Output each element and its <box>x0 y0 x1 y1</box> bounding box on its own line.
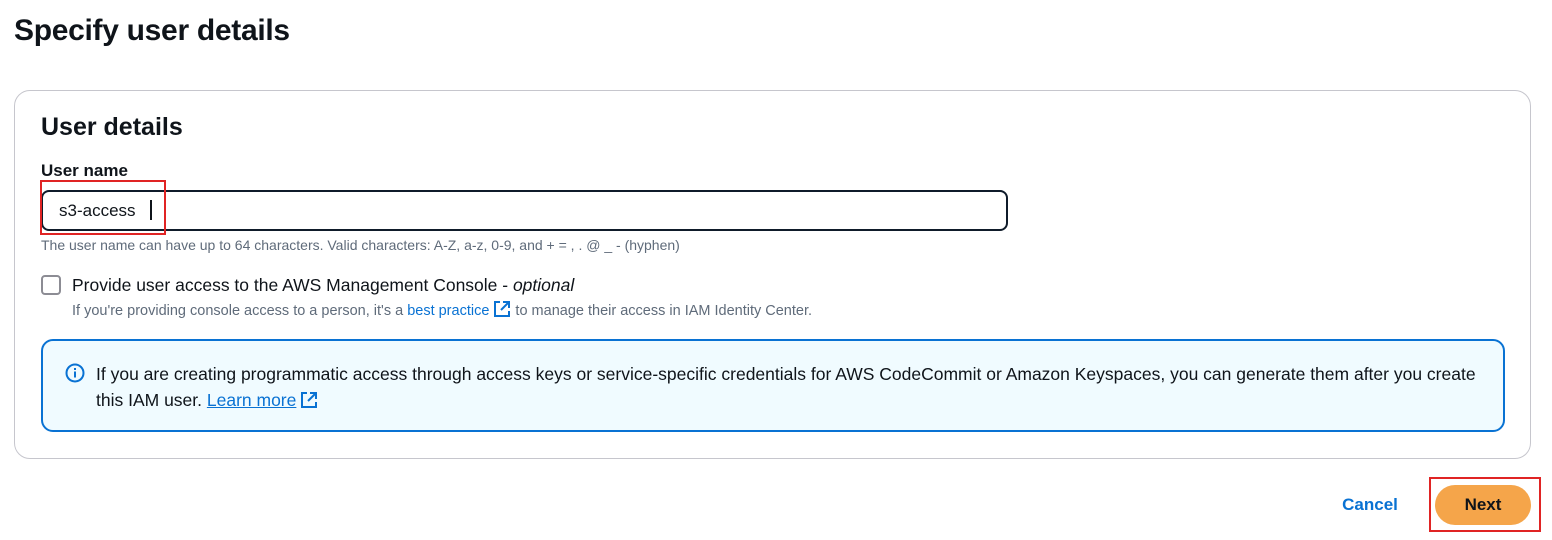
learn-more-link[interactable]: Learn more <box>207 390 297 410</box>
best-practice-link-label: best practice <box>407 303 490 319</box>
console-access-checkbox[interactable] <box>41 275 61 295</box>
info-alert: If you are creating programmatic access … <box>41 339 1505 432</box>
external-link-icon[interactable] <box>300 391 318 409</box>
text-caret <box>150 200 152 220</box>
console-access-description: If you're providing console access to a … <box>72 300 812 319</box>
username-input[interactable] <box>41 190 1008 231</box>
best-practice-link[interactable]: best practice <box>407 301 511 319</box>
username-label: User name <box>41 161 128 180</box>
next-button[interactable]: Next <box>1435 485 1531 525</box>
console-access-desc-after: to manage their access in IAM Identity C… <box>511 303 813 319</box>
cancel-button[interactable]: Cancel <box>1325 486 1415 524</box>
info-icon <box>65 363 85 383</box>
page-title: Specify user details <box>14 14 290 47</box>
learn-more-link-label: Learn more <box>206 390 297 410</box>
console-access-label[interactable]: Provide user access to the AWS Managemen… <box>72 275 574 296</box>
alert-message: If you are creating programmatic access … <box>96 361 1486 413</box>
external-link-icon <box>494 301 511 317</box>
user-details-card: User details User name The user name can… <box>14 90 1531 459</box>
card-title: User details <box>41 113 183 141</box>
optional-label: optional <box>512 275 575 295</box>
console-access-label-main: Provide user access to the AWS Managemen… <box>72 275 513 295</box>
username-constraint-text: The user name can have up to 64 characte… <box>41 237 680 253</box>
console-access-desc-before: If you're providing console access to a … <box>72 303 408 319</box>
